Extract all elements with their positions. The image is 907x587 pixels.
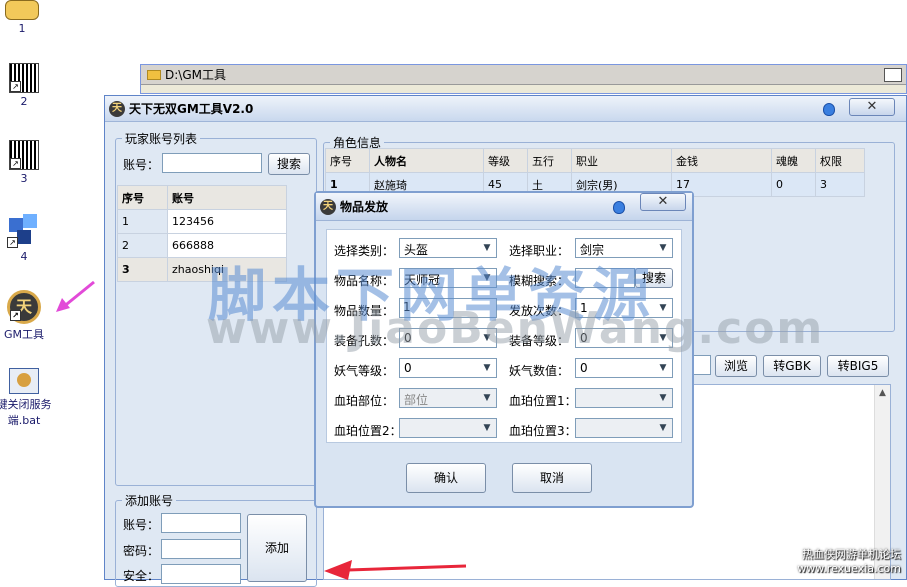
dialog-titlebar: 天 物品发放: [316, 193, 692, 221]
desktop-icon-label: 2: [20, 95, 28, 108]
table-row[interactable]: 1 123456: [117, 209, 287, 234]
blood-pos3-select[interactable]: ▼: [575, 418, 673, 438]
folder-icon: [147, 69, 161, 80]
table-cell: 3: [815, 172, 865, 197]
column-header: 序号: [117, 185, 168, 210]
barcode-icon: ↗: [9, 63, 39, 93]
blood-pos1-label: 血珀位置1：: [509, 394, 577, 408]
account-label: 账号：: [123, 158, 160, 172]
chevron-down-icon: ▼: [659, 393, 667, 403]
gear-app-icon: [5, 0, 39, 20]
aura-value-value: 0: [580, 361, 588, 375]
dialog-title: 物品发放: [340, 200, 389, 214]
desktop-icon-gm-tool[interactable]: 天 ↗ GM工具: [0, 290, 54, 342]
blood-part-value: 部位: [404, 393, 429, 407]
blood-pos3-label: 血珀位置3：: [509, 424, 577, 438]
gm-tool-app-icon: 天 ↗: [7, 290, 41, 324]
cancel-button[interactable]: 取消: [512, 463, 592, 493]
desktop-icon-1[interactable]: 1: [0, 0, 52, 35]
corner-mark-line1: 热血侠网游单机论坛: [802, 548, 901, 561]
column-header: 序号: [325, 148, 370, 173]
desktop-icon-label: 3: [20, 172, 28, 185]
table-cell: 123456: [167, 209, 287, 234]
table-cell: 2: [117, 233, 168, 258]
add-password-input[interactable]: [161, 539, 241, 559]
skin-drop-icon[interactable]: [823, 103, 835, 116]
add-security-input[interactable]: [161, 564, 241, 584]
add-account-label: 账号：: [123, 518, 160, 532]
add-account-button[interactable]: 添加: [247, 514, 307, 582]
explorer-address-bar: D:\GM工具: [141, 65, 906, 85]
blood-pos2-label: 血珀位置2：: [334, 424, 402, 438]
column-header: 金钱: [671, 148, 772, 173]
desktop-icon-bat[interactable]: 键关闭服务 端.bat: [0, 368, 54, 428]
desktop-icon-2[interactable]: ↗ 2: [0, 63, 54, 108]
chevron-down-icon: ▼: [483, 363, 491, 373]
chevron-down-icon: ▼: [659, 363, 667, 373]
pink-pointer-arrow-icon: [56, 280, 95, 312]
explorer-minimize-button[interactable]: [884, 68, 902, 82]
watermark-line2: www.JiaoBenWang.com: [206, 303, 825, 354]
main-close-button[interactable]: ✕: [849, 98, 895, 116]
skin-drop-icon[interactable]: [613, 201, 625, 214]
blood-part-select[interactable]: 部位 ▼: [399, 388, 497, 408]
bat-file-icon: [9, 368, 39, 394]
desktop-icon-label: 4: [20, 250, 28, 263]
desktop-icon-4[interactable]: ↗ 4: [0, 214, 54, 263]
add-account-legend: 添加账号: [125, 494, 174, 508]
account-list-legend: 玩家账号列表: [125, 132, 198, 146]
chevron-down-icon: ▼: [659, 243, 667, 253]
aura-value-label: 妖气数值：: [509, 364, 570, 378]
add-account-input[interactable]: [161, 513, 241, 533]
network-cubes-icon: ↗: [7, 214, 41, 248]
desktop-icon-label: GM工具: [3, 328, 44, 341]
table-cell: 1: [117, 209, 168, 234]
app-logo-icon: 天: [109, 100, 125, 117]
browse-button[interactable]: 浏览: [715, 355, 757, 377]
account-search-input[interactable]: [162, 153, 262, 173]
aura-level-select[interactable]: 0 ▼: [399, 358, 497, 378]
column-header: 五行: [527, 148, 572, 173]
chevron-down-icon: ▼: [483, 423, 491, 433]
column-header: 权限: [815, 148, 865, 173]
aura-value-select[interactable]: 0 ▼: [575, 358, 673, 378]
explorer-path: D:\GM工具: [165, 68, 226, 82]
corner-site-mark: 热血侠网游单机论坛 www.rexuexia.com: [797, 548, 901, 576]
aura-level-label: 妖气等级：: [334, 364, 395, 378]
role-table: 序号 人物名 等级 五行 职业 金钱 魂魄 权限 1 赵施琦 45 土 剑宗(男…: [325, 148, 865, 197]
column-header: 魂魄: [771, 148, 816, 173]
corner-mark-line2: www.rexuexia.com: [797, 562, 901, 575]
chevron-down-icon: ▼: [483, 393, 491, 403]
main-titlebar: 天 天下无双GM工具V2.0: [105, 96, 906, 122]
to-big5-button[interactable]: 转BIG5: [827, 355, 889, 377]
confirm-button[interactable]: 确认: [406, 463, 486, 493]
explorer-window: D:\GM工具: [140, 64, 907, 94]
blood-part-label: 血珀部位：: [334, 394, 395, 408]
column-header: 人物名: [369, 148, 484, 173]
table-cell: 0: [771, 172, 816, 197]
barcode-icon: ↗: [9, 140, 39, 170]
desktop-icon-3[interactable]: ↗ 3: [0, 140, 54, 185]
blood-pos1-select[interactable]: ▼: [575, 388, 673, 408]
table-cell: 3: [117, 257, 168, 282]
dialog-close-button[interactable]: ✕: [640, 193, 686, 211]
column-header: 等级: [483, 148, 528, 173]
blood-pos2-select[interactable]: ▼: [399, 418, 497, 438]
column-header: 职业: [571, 148, 672, 173]
account-table-header: 序号 账号: [117, 185, 287, 210]
to-gbk-button[interactable]: 转GBK: [763, 355, 821, 377]
column-header: 账号: [167, 185, 287, 210]
aura-level-value: 0: [404, 361, 412, 375]
scroll-up-arrow-icon[interactable]: ▲: [875, 385, 890, 401]
account-search-button[interactable]: 搜索: [268, 153, 310, 175]
chevron-down-icon: ▼: [659, 423, 667, 433]
add-password-label: 密码：: [123, 544, 160, 558]
add-security-label: 安全：: [123, 569, 160, 583]
desktop-icon-label: 键关闭服务 端.bat: [0, 398, 52, 427]
desktop-icon-label: 1: [18, 22, 26, 35]
red-pointer-arrow-icon: [324, 560, 467, 580]
main-title: 天下无双GM工具V2.0: [129, 102, 254, 116]
app-logo-icon: 天: [320, 198, 336, 215]
role-table-header: 序号 人物名 等级 五行 职业 金钱 魂魄 权限: [325, 148, 865, 173]
